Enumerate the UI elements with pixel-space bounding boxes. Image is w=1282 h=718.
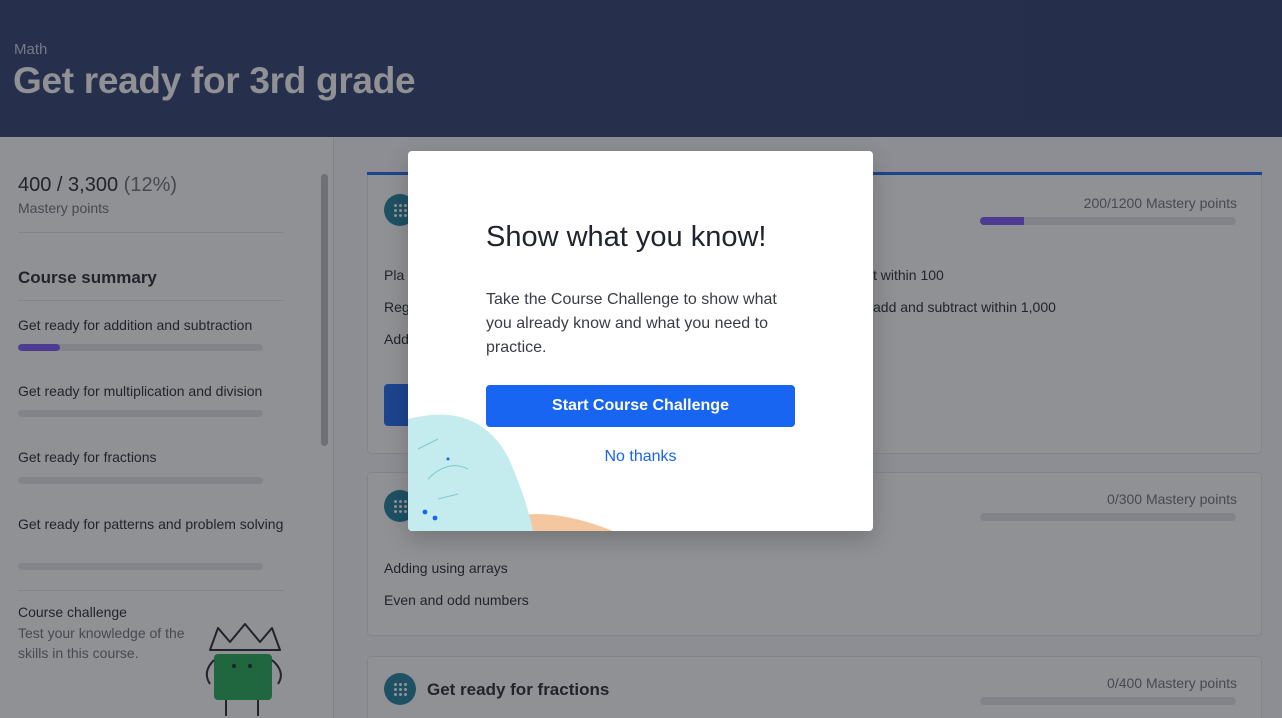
decorative-illustration-icon (408, 414, 613, 531)
modal-body-text: Take the Course Challenge to show what y… (486, 291, 777, 356)
no-thanks-link[interactable]: No thanks (486, 448, 795, 466)
course-challenge-modal: Show what you know! Take the Course Chal… (408, 151, 873, 531)
modal-title: Show what you know! (486, 221, 767, 253)
start-course-challenge-button[interactable]: Start Course Challenge (486, 385, 795, 427)
